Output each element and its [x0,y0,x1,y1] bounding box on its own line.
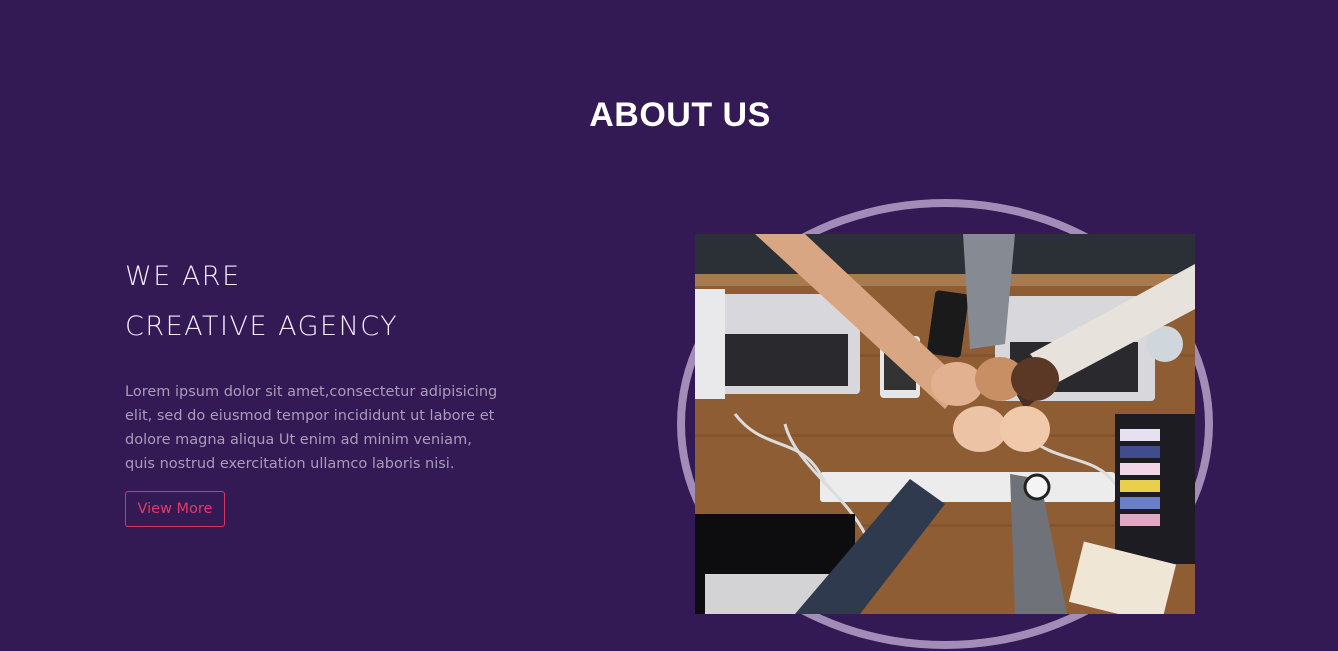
section-title: ABOUT US [589,96,771,134]
view-more-button[interactable]: View More [125,491,225,527]
headline-line-1: WE ARE [125,261,241,292]
headline: WE ARE CREATIVE AGENCY [125,252,398,352]
team-photo [695,234,1195,614]
intro-description: Lorem ipsum dolor sit amet,consectetur a… [125,384,498,472]
headline-line-2: CREATIVE AGENCY [125,311,399,342]
